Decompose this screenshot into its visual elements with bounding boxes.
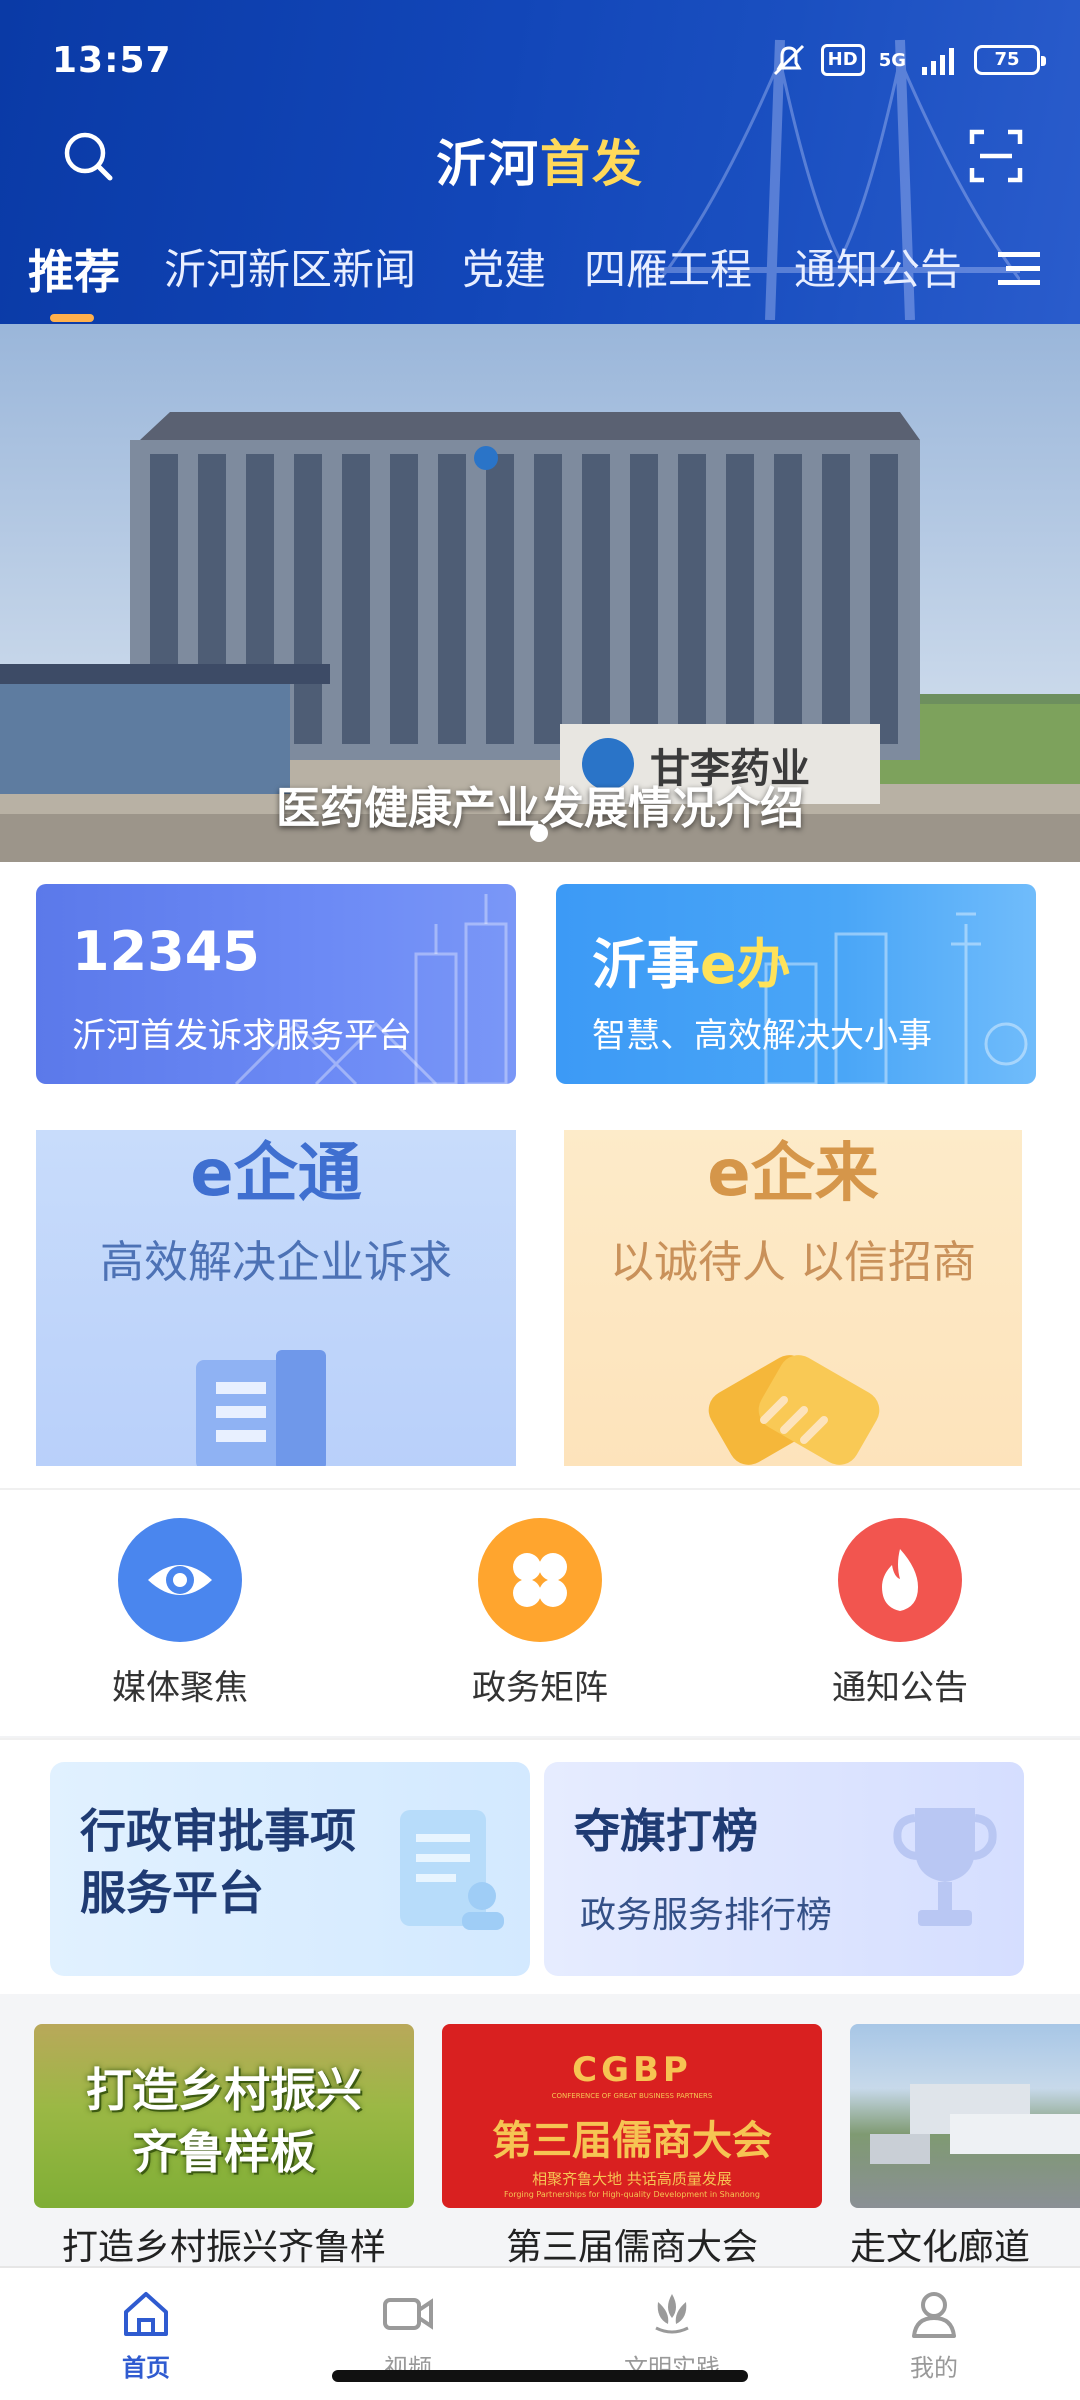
nav-profile[interactable]: 我的 [854, 2288, 1014, 2383]
home-indicator[interactable] [332, 2370, 748, 2382]
tab-four-geese[interactable]: 四雁工程 [584, 236, 752, 297]
app-title-main: 沂河 [436, 135, 540, 193]
document-user-icon [400, 1810, 504, 1930]
hero-banner[interactable]: 甘李药业 医药健康产业发展情况介绍 [0, 324, 1080, 862]
yishi-eban-subtitle: 智慧、高效解决大小事 [592, 1016, 932, 1056]
mute-bell-icon [773, 44, 804, 76]
app-header: 13:57 HD 5G 75 沂河首发 推荐 沂河新区新闻 党建 四雁工程 通知… [0, 0, 1080, 324]
news-carousel: 打造乡村振兴 齐鲁样板 打造乡村振兴齐鲁样 CGBP CONFERENCE OF… [0, 1994, 1080, 2266]
cgbp-image-title: 第三届儒商大会 [492, 2117, 772, 2164]
cgbp-logo-sub: CONFERENCE OF GREAT BUSINESS PARTNERS [551, 2092, 713, 2100]
user-icon [912, 2292, 956, 2338]
news-caption-rural: 打造乡村振兴齐鲁样 [61, 2227, 386, 2266]
ranking-subtitle: 政务服务排行榜 [580, 1895, 833, 1936]
quick-link-notices-label: 通知公告 [832, 1668, 968, 1708]
quick-links: 媒体聚焦 政务矩阵 通知公告 [0, 1488, 1080, 1736]
trophy-icon [893, 1808, 997, 1926]
app-title: 沂河首发 [0, 124, 1080, 196]
scan-icon[interactable] [968, 128, 1024, 184]
handshake-icon [708, 1355, 880, 1465]
menu-icon[interactable] [996, 246, 1042, 292]
cgbp-image-slogan: 相聚齐鲁大地 共话高质量发展 [532, 2170, 732, 2188]
feature-cards: 行政审批事项 服务平台 夺旗打榜 政务服务排行榜 [0, 1738, 1080, 1994]
e-qitong-subtitle: 高效解决企业诉求 [100, 1237, 452, 1288]
nav-profile-label: 我的 [910, 2354, 958, 2382]
news-image-rural-text-2: 齐鲁样板 [132, 2125, 316, 2179]
active-tab-indicator [50, 314, 94, 322]
yishi-title-part: 沂事 [592, 933, 700, 996]
e-service-cards: e企通 高效解决企业诉求 e企来 以诚待人 以信招商 [0, 1106, 1080, 1488]
status-icons: HD 5G 75 [771, 42, 1046, 78]
signal-5g-label: 5G [878, 49, 906, 71]
home-icon [124, 2292, 168, 2336]
hotline-subtitle: 沂河首发诉求服务平台 [72, 1016, 412, 1056]
news-card-cgbp[interactable]: CGBP CONFERENCE OF GREAT BUSINESS PARTNE… [442, 2024, 822, 2266]
e-qilai-title: e企来 [707, 1137, 879, 1211]
e-qitong-title: e企通 [190, 1137, 362, 1211]
cgbp-image-slogan-en: Forging Partnerships for High-quality De… [504, 2190, 760, 2199]
news-image-rural-text-1: 打造乡村振兴 [86, 2063, 362, 2117]
status-time: 13:57 [52, 40, 172, 81]
cgbp-logo: CGBP [572, 2050, 692, 2090]
battery-icon: 75 [974, 45, 1046, 75]
eban-title-part: e办 [700, 933, 791, 996]
news-caption-cgbp: 第三届儒商大会 [505, 2227, 758, 2266]
admin-approval-title-line1: 行政审批事项 [80, 1804, 356, 1858]
e-qilai-card[interactable]: e企来 以诚待人 以信招商 [564, 1130, 1022, 1466]
hotline-12345-card[interactable]: 12345 沂河首发诉求服务平台 [36, 884, 516, 1084]
flame-logo-icon [655, 2294, 689, 2334]
tab-yihe-news[interactable]: 沂河新区新闻 [164, 236, 416, 297]
quick-link-media[interactable]: 媒体聚焦 [60, 1518, 300, 1709]
tab-recommend[interactable]: 推荐 [28, 236, 120, 302]
carousel-dot [530, 824, 548, 842]
channel-tabs: 推荐 沂河新区新闻 党建 四雁工程 通知公告 [0, 236, 1080, 322]
e-qilai-subtitle: 以诚待人 以信招商 [610, 1237, 976, 1288]
notices-icon-circle [838, 1518, 962, 1642]
nav-civilization-practice[interactable]: 文明实践 [592, 2288, 752, 2383]
admin-approval-title: 行政审批事项 服务平台 [80, 1800, 356, 1924]
news-image-rural: 打造乡村振兴 齐鲁样板 [34, 2024, 414, 2208]
news-card-culture[interactable]: 走文化廊道 [850, 2024, 1080, 2266]
signal-icon [922, 48, 954, 75]
aerial-city-image [870, 2084, 1080, 2164]
nav-home[interactable]: 首页 [66, 2288, 226, 2383]
status-bar: 13:57 HD 5G 75 [0, 0, 1080, 120]
yishi-eban-title: 沂事e办 [592, 920, 791, 999]
quick-link-gov-matrix-label: 政务矩阵 [472, 1668, 608, 1708]
clover-icon [513, 1553, 567, 1607]
app-title-accent: 首发 [540, 135, 644, 193]
service-cards: 12345 沂河首发诉求服务平台 沂事e办 智慧、高效解决大小事 [0, 862, 1080, 1106]
tab-notices[interactable]: 通知公告 [794, 236, 962, 297]
news-caption-culture: 走文化廊道 [850, 2227, 1031, 2266]
admin-approval-card[interactable]: 行政审批事项 服务平台 [50, 1762, 530, 1976]
tab-party-building[interactable]: 党建 [462, 236, 546, 297]
quick-link-gov-matrix[interactable]: 政务矩阵 [420, 1518, 660, 1709]
nav-home-label: 首页 [122, 2354, 170, 2382]
flame-icon [882, 1549, 918, 1611]
ranking-title: 夺旗打榜 [574, 1804, 758, 1858]
quick-link-notices[interactable]: 通知公告 [780, 1518, 1020, 1709]
news-image-culture [850, 2024, 1080, 2208]
news-card-rural[interactable]: 打造乡村振兴 齐鲁样板 打造乡村振兴齐鲁样 [34, 2024, 414, 2266]
quick-link-media-label: 媒体聚焦 [112, 1668, 248, 1708]
gov-matrix-icon-circle [478, 1518, 602, 1642]
e-qitong-card[interactable]: e企通 高效解决企业诉求 [36, 1130, 516, 1466]
news-image-cgbp: CGBP CONFERENCE OF GREAT BUSINESS PARTNE… [442, 2024, 822, 2208]
building-icon [196, 1350, 326, 1466]
ranking-card[interactable]: 夺旗打榜 政务服务排行榜 [544, 1762, 1024, 1976]
video-icon [383, 2298, 433, 2330]
media-icon-circle [118, 1518, 242, 1642]
eye-icon [148, 1565, 212, 1595]
yishi-eban-card[interactable]: 沂事e办 智慧、高效解决大小事 [556, 884, 1036, 1084]
hd-icon: HD [820, 44, 865, 76]
hotline-number: 12345 [72, 920, 260, 983]
nav-video[interactable]: 视频 [328, 2288, 488, 2383]
admin-approval-title-line2: 服务平台 [80, 1866, 264, 1920]
